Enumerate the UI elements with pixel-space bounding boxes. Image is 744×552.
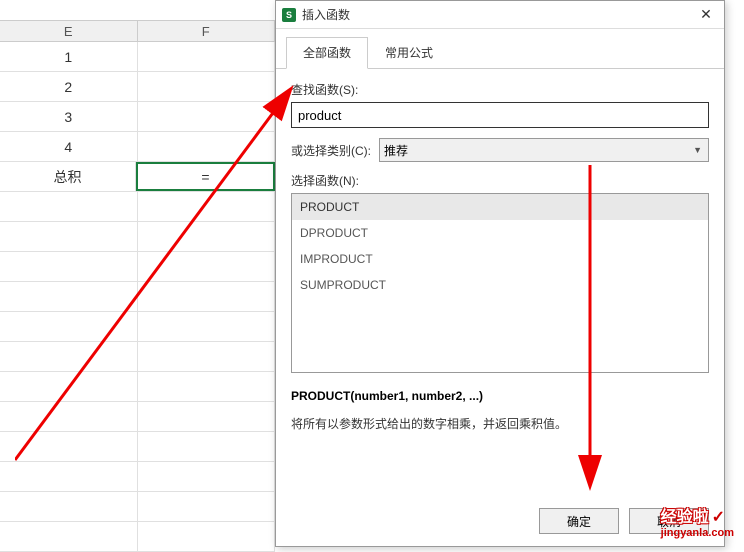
table-row xyxy=(0,522,275,552)
cell[interactable] xyxy=(0,342,138,371)
dialog-content: 查找函数(S): 或选择类别(C): 推荐 选择函数(N): PRODUCT D… xyxy=(276,69,724,504)
cell[interactable] xyxy=(0,432,138,461)
table-row xyxy=(0,342,275,372)
function-signature: PRODUCT(number1, number2, ...) xyxy=(291,389,709,403)
watermark-url: jingyanla.com xyxy=(661,527,734,539)
insert-function-dialog: S 插入函数 ✕ 全部函数 常用公式 查找函数(S): 或选择类别(C): 推荐… xyxy=(275,0,725,547)
cell-selected[interactable]: = xyxy=(136,162,275,191)
list-item[interactable]: DPRODUCT xyxy=(292,220,708,246)
table-row xyxy=(0,372,275,402)
category-value: 推荐 xyxy=(384,142,408,159)
watermark-text: 经验啦 xyxy=(661,509,709,526)
table-row: 3 xyxy=(0,102,275,132)
close-icon[interactable]: ✕ xyxy=(694,3,718,27)
table-row: 总积 = xyxy=(0,162,275,192)
cell[interactable] xyxy=(138,492,276,521)
spreadsheet: E F 1 2 3 4 总积 = xyxy=(0,20,275,552)
cell[interactable] xyxy=(0,222,138,251)
titlebar: S 插入函数 ✕ xyxy=(276,1,724,29)
list-item[interactable]: SUMPRODUCT xyxy=(292,272,708,298)
app-icon: S xyxy=(282,8,296,22)
col-header-e[interactable]: E xyxy=(0,21,138,41)
category-row: 或选择类别(C): 推荐 xyxy=(291,138,709,162)
cell[interactable] xyxy=(0,252,138,281)
rows: 1 2 3 4 总积 = xyxy=(0,42,275,552)
category-label: 或选择类别(C): xyxy=(291,142,371,159)
cell[interactable] xyxy=(138,402,276,431)
table-row xyxy=(0,462,275,492)
col-header-f[interactable]: F xyxy=(138,21,276,41)
table-row: 2 xyxy=(0,72,275,102)
cell[interactable]: 4 xyxy=(0,132,138,161)
cell[interactable] xyxy=(138,282,276,311)
cell[interactable] xyxy=(138,372,276,401)
search-label: 查找函数(S): xyxy=(291,81,709,98)
cell[interactable] xyxy=(138,102,276,131)
cell[interactable]: 2 xyxy=(0,72,138,101)
cell[interactable] xyxy=(0,402,138,431)
cell[interactable]: 3 xyxy=(0,102,138,131)
cell[interactable] xyxy=(0,492,138,521)
list-item[interactable]: IMPRODUCT xyxy=(292,246,708,272)
dialog-buttons: 确定 取消 xyxy=(276,508,724,546)
cell[interactable]: 总积 xyxy=(0,162,136,191)
watermark: 经验啦✓ jingyanla.com xyxy=(661,503,734,539)
tab-common-formulas[interactable]: 常用公式 xyxy=(368,37,450,68)
check-icon: ✓ xyxy=(712,509,725,526)
cell[interactable] xyxy=(138,72,276,101)
table-row xyxy=(0,282,275,312)
cell[interactable] xyxy=(138,132,276,161)
table-row xyxy=(0,222,275,252)
table-row: 1 xyxy=(0,42,275,72)
cell[interactable] xyxy=(138,462,276,491)
table-row xyxy=(0,432,275,462)
cell[interactable] xyxy=(0,372,138,401)
ok-button[interactable]: 确定 xyxy=(539,508,619,534)
category-select[interactable]: 推荐 xyxy=(379,138,709,162)
table-row xyxy=(0,402,275,432)
cell[interactable] xyxy=(138,252,276,281)
cell[interactable] xyxy=(138,42,276,71)
table-row xyxy=(0,492,275,522)
tabs: 全部函数 常用公式 xyxy=(276,29,724,69)
search-input[interactable] xyxy=(291,102,709,128)
table-row: 4 xyxy=(0,132,275,162)
table-row xyxy=(0,192,275,222)
cell[interactable] xyxy=(138,342,276,371)
cell[interactable] xyxy=(0,462,138,491)
table-row xyxy=(0,312,275,342)
cell[interactable] xyxy=(0,192,138,221)
function-list[interactable]: PRODUCT DPRODUCT IMPRODUCT SUMPRODUCT xyxy=(291,193,709,373)
dialog-title: 插入函数 xyxy=(302,6,694,23)
cell[interactable] xyxy=(138,312,276,341)
cell[interactable] xyxy=(138,432,276,461)
tab-all-functions[interactable]: 全部函数 xyxy=(286,37,368,69)
column-headers: E F xyxy=(0,20,275,42)
cell[interactable]: 1 xyxy=(0,42,138,71)
cell[interactable] xyxy=(0,282,138,311)
table-row xyxy=(0,252,275,282)
function-description: 将所有以参数形式给出的数字相乘，并返回乘积值。 xyxy=(291,415,709,432)
select-function-label: 选择函数(N): xyxy=(291,172,709,189)
cell[interactable] xyxy=(138,222,276,251)
cell[interactable] xyxy=(138,192,276,221)
cell[interactable] xyxy=(0,312,138,341)
list-item[interactable]: PRODUCT xyxy=(292,194,708,220)
